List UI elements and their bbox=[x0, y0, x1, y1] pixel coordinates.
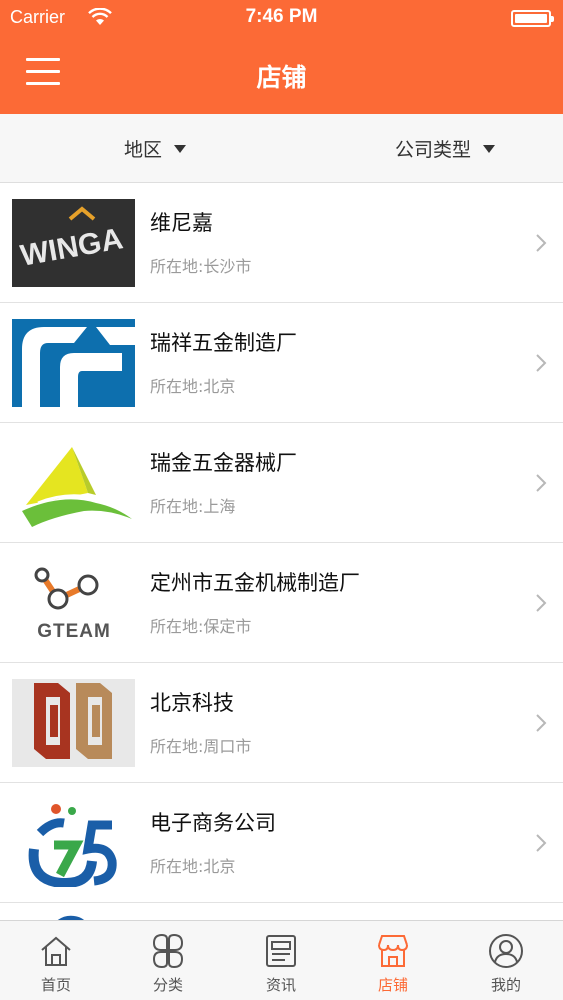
chevron-right-icon bbox=[536, 234, 547, 252]
caret-down-icon bbox=[174, 144, 187, 153]
company-type-filter-dropdown[interactable]: 公司类型 bbox=[395, 114, 496, 183]
filter-bar: 地区 公司类型 bbox=[0, 114, 563, 183]
tab-label: 分类 bbox=[152, 976, 183, 994]
status-bar: Carrier 7:46 PM bbox=[0, 0, 563, 36]
shop-location: 所在地:周口市 bbox=[150, 737, 252, 756]
shop-list-item[interactable]: 瑞金五金器械厂 所在地:上海 bbox=[0, 423, 563, 543]
shop-list-item[interactable]: GTEAM 定州市五金机械制造厂 所在地:保定市 bbox=[0, 543, 563, 663]
shop-location: 所在地:长沙市 bbox=[150, 257, 252, 276]
tab-news[interactable]: 资讯 bbox=[225, 921, 337, 1000]
caret-down-icon bbox=[483, 144, 496, 153]
news-icon bbox=[266, 935, 296, 967]
region-filter-label: 地区 bbox=[124, 139, 163, 161]
tab-label: 资讯 bbox=[265, 976, 296, 994]
region-filter-dropdown[interactable]: 地区 bbox=[124, 114, 187, 183]
chevron-right-icon bbox=[536, 594, 547, 612]
chevron-right-icon bbox=[536, 834, 547, 852]
bottom-tab-bar: 首页 分类 资讯 店铺 我的 bbox=[0, 920, 563, 1000]
shop-location: 所在地:北京 bbox=[150, 857, 236, 876]
battery-icon bbox=[511, 10, 554, 27]
top-bar: Carrier 7:46 PM 店铺 bbox=[0, 0, 563, 114]
tab-profile[interactable]: 我的 bbox=[450, 921, 562, 1000]
shop-list-item[interactable]: 瑞祥五金制造厂 所在地:北京 bbox=[0, 303, 563, 423]
shop-logo-ruixiang bbox=[12, 319, 135, 407]
shop-name: 北京科技 bbox=[150, 691, 234, 715]
status-time: 7:46 PM bbox=[245, 6, 318, 27]
tab-label: 我的 bbox=[490, 976, 521, 994]
shop-logo-winga: WINGA bbox=[12, 199, 135, 287]
shop-list-item[interactable]: 北京科技 所在地:周口市 bbox=[0, 663, 563, 783]
shop-list: WINGA 维尼嘉 所在地:长沙市 瑞祥五金制造厂 所在地:北京 瑞金五金器械厂… bbox=[0, 183, 563, 920]
tab-shop[interactable]: 店铺 bbox=[337, 921, 449, 1000]
tab-home[interactable]: 首页 bbox=[0, 921, 112, 1000]
shop-list-item-partial[interactable] bbox=[0, 903, 563, 920]
tab-category[interactable]: 分类 bbox=[112, 921, 224, 1000]
tab-label: 首页 bbox=[40, 976, 71, 994]
shop-name: 瑞金五金器械厂 bbox=[150, 451, 297, 475]
chevron-right-icon bbox=[536, 354, 547, 372]
shop-name: 维尼嘉 bbox=[150, 211, 213, 235]
shop-list-item[interactable]: 电子商务公司 所在地:北京 bbox=[0, 783, 563, 903]
shop-logo-beijing-tech bbox=[12, 679, 135, 767]
chevron-right-icon bbox=[536, 474, 547, 492]
shop-name: 瑞祥五金制造厂 bbox=[150, 331, 297, 355]
category-icon bbox=[152, 933, 184, 969]
shop-icon bbox=[378, 935, 408, 967]
chevron-right-icon bbox=[536, 714, 547, 732]
shop-logo-gteam: GTEAM bbox=[12, 559, 135, 647]
home-icon bbox=[41, 936, 71, 966]
shop-location: 所在地:保定市 bbox=[150, 617, 252, 636]
shop-location: 所在地:上海 bbox=[150, 497, 236, 516]
company-type-filter-label: 公司类型 bbox=[395, 139, 472, 161]
gteam-logo-text: GTEAM bbox=[37, 621, 111, 642]
shop-logo-ruijin bbox=[12, 439, 135, 527]
tab-label: 店铺 bbox=[377, 976, 408, 994]
page-title: 店铺 bbox=[256, 63, 307, 92]
shop-location: 所在地:北京 bbox=[150, 377, 236, 396]
shop-name: 定州市五金机械制造厂 bbox=[150, 571, 360, 595]
shop-name: 电子商务公司 bbox=[150, 811, 276, 835]
shop-list-item[interactable]: WINGA 维尼嘉 所在地:长沙市 bbox=[0, 183, 563, 303]
shop-logo-ecommerce bbox=[12, 799, 135, 887]
profile-icon bbox=[489, 934, 523, 968]
